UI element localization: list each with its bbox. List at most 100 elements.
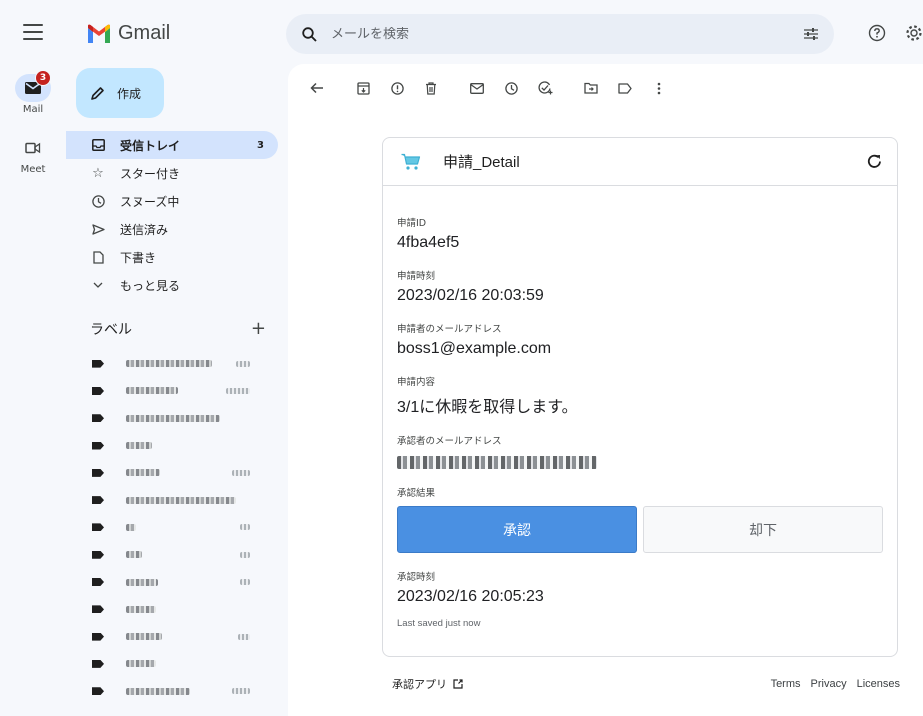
open-app-link[interactable]: 承認アプリ bbox=[392, 676, 463, 692]
nav-inbox-label: 受信トレイ bbox=[120, 138, 181, 153]
folder-move-icon bbox=[584, 82, 598, 94]
label-tag-icon bbox=[92, 523, 104, 532]
redacted-text bbox=[126, 578, 158, 586]
label-item[interactable] bbox=[66, 350, 278, 377]
nav-starred[interactable]: ☆ スター付き bbox=[66, 159, 278, 187]
redacted-text bbox=[126, 496, 236, 504]
nav-sent[interactable]: 送信済み bbox=[66, 215, 278, 243]
folder-nav: 受信トレイ 3 ☆ スター付き スヌーズ中 送信済み 下書き もっと見る bbox=[66, 131, 278, 299]
request-time-value: 2023/02/16 20:03:59 bbox=[397, 287, 544, 304]
rail-mail[interactable]: 3 Mail bbox=[0, 70, 66, 115]
compose-button[interactable]: 作成 bbox=[76, 68, 164, 118]
card-header: 申請_Detail bbox=[383, 138, 897, 186]
rail-meet-label: Meet bbox=[20, 164, 46, 175]
inbox-icon bbox=[90, 139, 106, 151]
trash-icon bbox=[426, 81, 436, 95]
redacted-text bbox=[226, 387, 250, 394]
label-tag-icon bbox=[92, 414, 104, 423]
delete-button[interactable] bbox=[414, 71, 448, 105]
applicant-email-label: 申請者のメールアドレス bbox=[397, 324, 502, 335]
label-list bbox=[66, 350, 278, 705]
clock-icon bbox=[90, 194, 106, 208]
search-icon[interactable] bbox=[302, 26, 317, 42]
label-item[interactable] bbox=[66, 541, 278, 568]
arrow-left-icon bbox=[310, 82, 323, 94]
saved-status: Last saved just now bbox=[397, 618, 481, 629]
approval-time-label: 承認時刻 bbox=[397, 572, 436, 583]
redacted-text bbox=[126, 687, 190, 695]
shopping-cart-icon bbox=[401, 153, 421, 170]
nav-more[interactable]: もっと見る bbox=[66, 271, 278, 299]
help-icon[interactable] bbox=[868, 24, 886, 42]
chevron-down-icon bbox=[90, 282, 106, 289]
nav-starred-label: スター付き bbox=[120, 166, 181, 181]
redacted-text bbox=[126, 469, 160, 477]
rail-meet[interactable]: Meet bbox=[0, 134, 66, 175]
star-icon: ☆ bbox=[92, 165, 104, 181]
mail-unread-badge: 3 bbox=[35, 70, 51, 86]
approval-buttons: 承認 却下 bbox=[397, 506, 883, 553]
label-tag-icon bbox=[92, 659, 104, 668]
footer-links: Terms Privacy Licenses bbox=[771, 678, 900, 690]
labels-heading: ラベル bbox=[90, 321, 132, 338]
settings-gear-icon[interactable] bbox=[905, 24, 923, 42]
label-item[interactable] bbox=[66, 405, 278, 432]
search-bar bbox=[286, 14, 834, 54]
nav-more-label: もっと見る bbox=[120, 278, 181, 293]
add-to-tasks-button[interactable] bbox=[528, 71, 562, 105]
nav-inbox[interactable]: 受信トレイ 3 bbox=[66, 131, 278, 159]
label-item[interactable] bbox=[66, 514, 278, 541]
label-item[interactable] bbox=[66, 486, 278, 513]
applicant-email-value: boss1@example.com bbox=[397, 340, 552, 357]
redacted-text bbox=[126, 633, 162, 641]
label-tag-icon bbox=[92, 578, 104, 587]
report-spam-button[interactable] bbox=[380, 71, 414, 105]
search-input[interactable] bbox=[331, 26, 804, 42]
licenses-link[interactable]: Licenses bbox=[857, 678, 900, 690]
move-to-button[interactable] bbox=[574, 71, 608, 105]
more-options-button[interactable] bbox=[642, 71, 676, 105]
label-item[interactable] bbox=[66, 678, 278, 705]
card-title: 申請_Detail bbox=[443, 154, 520, 171]
main-menu-icon[interactable] bbox=[23, 24, 43, 40]
labels-button[interactable] bbox=[608, 71, 642, 105]
sidebar: Gmail 作成 受信トレイ 3 ☆ スター付き スヌーズ中 送信済み 下書き … bbox=[66, 0, 288, 716]
terms-link[interactable]: Terms bbox=[771, 678, 801, 690]
label-item[interactable] bbox=[66, 377, 278, 404]
archive-button[interactable] bbox=[346, 71, 380, 105]
redacted-text bbox=[240, 551, 250, 558]
privacy-link[interactable]: Privacy bbox=[811, 678, 847, 690]
label-item[interactable] bbox=[66, 650, 278, 677]
nav-snoozed[interactable]: スヌーズ中 bbox=[66, 187, 278, 215]
redacted-text bbox=[240, 524, 250, 531]
mark-unread-button[interactable] bbox=[460, 71, 494, 105]
reject-button[interactable]: 却下 bbox=[643, 506, 883, 553]
approver-email-label: 承認者のメールアドレス bbox=[397, 436, 502, 447]
label-tag-icon bbox=[92, 386, 104, 395]
redacted-text bbox=[238, 633, 250, 640]
clock-icon bbox=[504, 81, 518, 95]
label-item[interactable] bbox=[66, 459, 278, 486]
redacted-text bbox=[232, 469, 250, 476]
request-id-label: 申請ID bbox=[397, 218, 427, 229]
compose-label: 作成 bbox=[117, 86, 142, 101]
snooze-button[interactable] bbox=[494, 71, 528, 105]
redacted-text bbox=[126, 523, 136, 531]
approve-button[interactable]: 承認 bbox=[397, 506, 637, 553]
back-button[interactable] bbox=[300, 71, 334, 105]
redacted-text bbox=[232, 688, 250, 695]
nav-sent-label: 送信済み bbox=[120, 222, 169, 237]
refresh-icon[interactable] bbox=[866, 153, 883, 170]
label-item[interactable] bbox=[66, 432, 278, 459]
label-tag-icon bbox=[92, 359, 104, 368]
add-label-button[interactable]: + bbox=[251, 318, 266, 339]
search-options-icon[interactable] bbox=[804, 28, 818, 40]
redacted-text bbox=[126, 605, 156, 613]
label-item[interactable] bbox=[66, 596, 278, 623]
label-item[interactable] bbox=[66, 568, 278, 595]
nav-drafts[interactable]: 下書き bbox=[66, 243, 278, 271]
redacted-text bbox=[126, 360, 212, 368]
gmail-logo[interactable]: Gmail bbox=[86, 22, 170, 45]
label-tag-icon bbox=[92, 468, 104, 477]
label-item[interactable] bbox=[66, 623, 278, 650]
